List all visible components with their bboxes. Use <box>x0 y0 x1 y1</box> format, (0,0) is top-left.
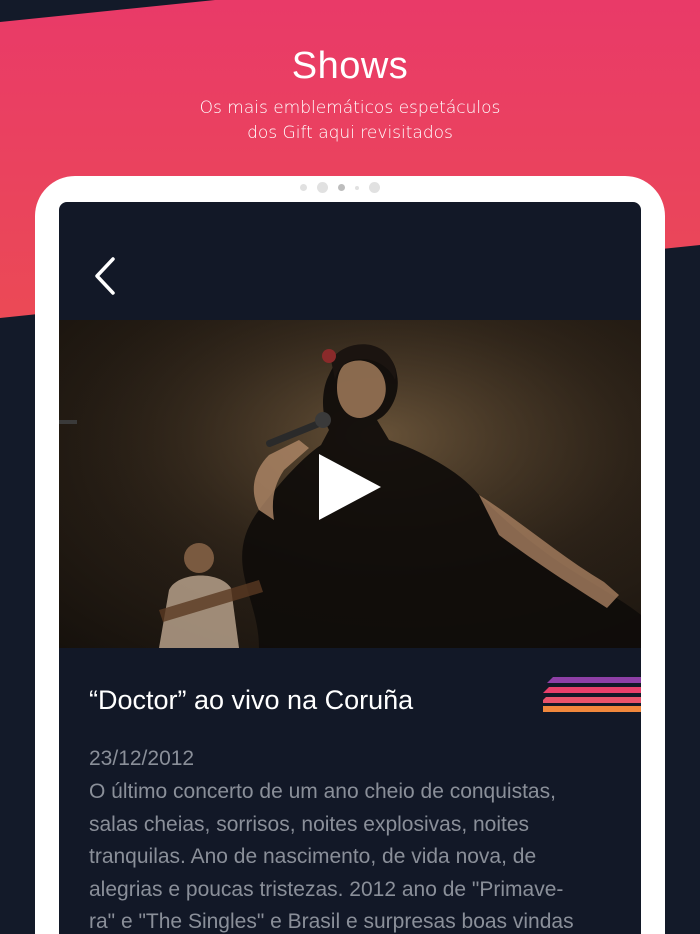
back-button[interactable] <box>87 252 127 302</box>
app-screen: “Doctor” ao vivo na Coruña 23/12/2012 O … <box>59 202 641 934</box>
header: Shows Os mais emblemáticos espetáculos d… <box>0 42 700 146</box>
sensor-dot <box>355 185 359 190</box>
page-subtitle: Os mais emblemáticos espetáculos dos Gif… <box>0 96 700 146</box>
video-player[interactable] <box>59 320 641 648</box>
description-line: tranquilas. Ano de nascimento, de vida n… <box>89 845 537 868</box>
description-line: O último concerto de um ano cheio de con… <box>89 780 556 803</box>
chevron-left-icon <box>95 257 115 295</box>
camera-sensors <box>300 182 380 193</box>
page-title: Shows <box>291 45 409 87</box>
page-subtitle-line: dos Gift aqui revisitados <box>247 123 453 143</box>
camera-dot <box>338 184 345 191</box>
page-subtitle-line: Os mais emblemáticos espetáculos <box>199 98 501 118</box>
description-line: alegrias e poucas tristezas. 2012 ano de… <box>89 877 564 901</box>
play-button[interactable] <box>315 452 385 522</box>
play-icon <box>319 454 381 520</box>
show-title: “Doctor” ao vivo na Coruña <box>89 685 414 715</box>
sensor-dot <box>317 182 328 193</box>
description-line: ra" e "The Singles" e Brasil e surpresas… <box>89 910 574 933</box>
brand-stripes-icon <box>543 677 641 712</box>
show-description: O último concerto de um ano cheio de con… <box>89 776 629 934</box>
sensor-dot <box>300 184 307 191</box>
sensor-dot <box>369 182 380 193</box>
show-date: 23/12/2012 <box>89 747 195 770</box>
description-line: salas cheias, sorrisos, noites explosiva… <box>89 812 530 836</box>
